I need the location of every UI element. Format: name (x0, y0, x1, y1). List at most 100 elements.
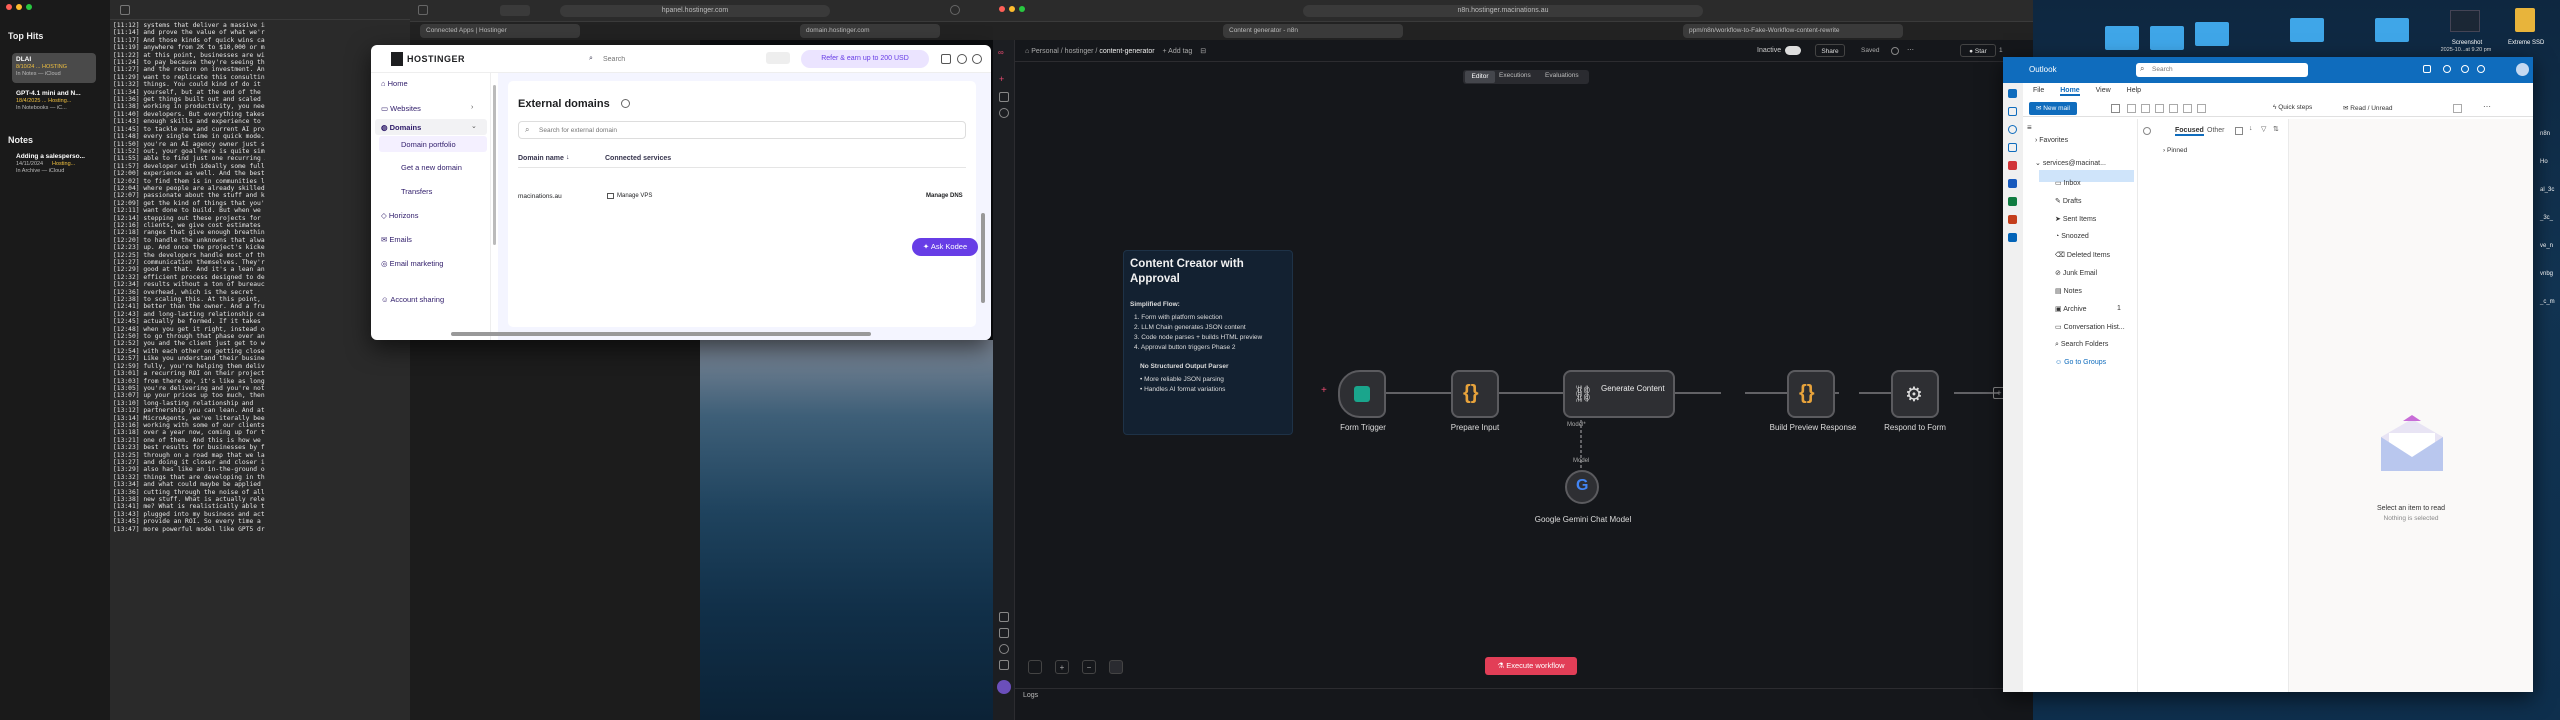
screenshot-thumbnail[interactable] (2450, 10, 2480, 32)
copilot-icon[interactable] (2235, 127, 2243, 135)
reload-icon[interactable] (950, 5, 960, 15)
new-mail-button[interactable]: ✉ New mail (2029, 102, 2077, 115)
megaphone-icon[interactable] (941, 54, 951, 64)
col-domain-name[interactable]: Domain name (518, 155, 564, 162)
forward-icon[interactable] (2197, 104, 2206, 113)
sidebar-item-horizons[interactable]: ◇ Horizons (381, 211, 418, 220)
quick-steps-button[interactable]: ϟ Quick steps (2273, 104, 2312, 111)
mail-icon[interactable] (2008, 89, 2017, 98)
back-icon[interactable] (500, 5, 530, 16)
folder-icon[interactable] (2105, 26, 2139, 50)
folder-deleted[interactable]: ⌫ Deleted Items (2055, 251, 2110, 259)
external-drive-icon[interactable] (2515, 8, 2535, 32)
node-prepare-input[interactable]: {} (1451, 370, 1499, 418)
sort-arrow-icon[interactable]: ↓ (566, 154, 570, 161)
menu-home[interactable]: Home (2060, 87, 2080, 96)
menu-view[interactable]: View (2096, 87, 2111, 94)
folder-notes[interactable]: ▤ Notes (2055, 287, 2082, 295)
domain-row-service[interactable]: Manage VPS (617, 193, 652, 199)
tab-hostinger-apps[interactable]: Connected Apps | Hostinger (420, 24, 580, 38)
people-icon[interactable] (2008, 125, 2017, 134)
zoom-out-icon[interactable]: − (1082, 660, 1096, 674)
move-icon[interactable] (2169, 104, 2178, 113)
hostinger-address-bar[interactable]: hpanel.hostinger.com (560, 5, 830, 17)
zoom-in-icon[interactable]: + (1055, 660, 1069, 674)
info-icon[interactable] (621, 99, 630, 108)
folder-icon[interactable] (2290, 18, 2324, 42)
calendar-icon[interactable] (2008, 107, 2017, 116)
office-icon[interactable] (2008, 161, 2017, 170)
node-form-trigger[interactable] (1338, 370, 1386, 418)
folder-icon[interactable] (2150, 26, 2184, 50)
folder-junk[interactable]: ⊘ Junk Email (2055, 269, 2097, 277)
tidy-up-icon[interactable] (1109, 660, 1123, 674)
delete-icon[interactable] (2111, 104, 2120, 113)
sidebar-item-get-new-domain[interactable]: Get a new domain (401, 163, 462, 172)
sidebar-scrollbar[interactable] (493, 85, 496, 245)
folder-drafts[interactable]: ✎ Drafts (2055, 197, 2081, 205)
onedrive-icon[interactable] (2008, 233, 2017, 242)
account-icon[interactable] (972, 54, 982, 64)
help-icon[interactable] (2477, 65, 2485, 73)
avatar[interactable] (2516, 63, 2529, 76)
todo-icon[interactable] (2008, 143, 2017, 152)
hamburger-icon[interactable]: ≡ (2027, 123, 2032, 132)
grid-icon[interactable] (2453, 104, 2462, 113)
outlook-search-input[interactable] (2150, 64, 2300, 75)
node-build-preview[interactable]: {} (1787, 370, 1835, 418)
sidebar-item-account-sharing[interactable]: ☺ Account sharing (381, 295, 444, 304)
folder-sent[interactable]: ➤ Sent Items (2055, 215, 2096, 223)
sidebar-item-websites[interactable]: ▭ Websites (381, 104, 421, 113)
node-respond-to-form[interactable]: ⚙ (1891, 370, 1939, 418)
favorites-heading[interactable]: › Favorites (2035, 137, 2068, 144)
menu-help[interactable]: Help (2127, 87, 2141, 94)
close-window-icon[interactable] (6, 4, 12, 10)
sidebar-toggle-icon[interactable] (120, 5, 130, 15)
reorder-icon[interactable]: ⇅ (2273, 125, 2279, 133)
manage-dns-link[interactable]: Manage DNS (926, 193, 963, 199)
search-icon[interactable]: ⌕ (589, 55, 593, 63)
sidebar-item-domains[interactable]: ◍ Domains (381, 123, 421, 132)
zoom-window-icon[interactable] (26, 4, 32, 10)
folder-search-folders[interactable]: ⌕ Search Folders (2055, 341, 2108, 349)
node-gemini-chat-model[interactable]: G (1565, 470, 1599, 504)
sidebar-item-domain-portfolio[interactable]: Domain portfolio (401, 140, 456, 149)
teams-icon[interactable] (2423, 65, 2431, 73)
folder-inbox[interactable]: ▭ Inbox (2055, 179, 2081, 187)
select-all-icon[interactable] (2143, 127, 2151, 135)
folder-icon[interactable] (2375, 18, 2409, 42)
folder-icon[interactable] (2195, 22, 2229, 46)
add-trigger-icon[interactable]: + (1321, 385, 1327, 396)
sidebar-item-transfers[interactable]: Transfers (401, 187, 432, 196)
sort-icon[interactable]: ↓ (2249, 125, 2253, 132)
report-icon[interactable] (2141, 104, 2150, 113)
sweep-icon[interactable] (2155, 104, 2164, 113)
more-icon[interactable]: ⋯ (2483, 102, 2491, 111)
fit-view-icon[interactable] (1028, 660, 1042, 674)
archive-icon[interactable] (2127, 104, 2136, 113)
read-unread-button[interactable]: ✉ Read / Unread (2343, 104, 2393, 112)
sidebar-toggle-icon[interactable] (418, 5, 428, 15)
folder-archive[interactable]: ▣ Archive (2055, 305, 2087, 313)
minimize-window-icon[interactable] (16, 4, 22, 10)
top-hit-2-title[interactable]: GPT-4.1 mini and N... (16, 90, 81, 97)
tab-hostinger-domain[interactable]: domain.hostinger.com (800, 24, 940, 38)
pinned-section[interactable]: › Pinned (2163, 147, 2187, 154)
excel-icon[interactable] (2008, 197, 2017, 206)
note-title[interactable]: Adding a salesperso... (16, 153, 85, 160)
domain-search-box[interactable]: ⌕ (518, 121, 966, 139)
folder-snoozed[interactable]: ◔ Snoozed (2055, 233, 2089, 240)
word-icon[interactable] (2008, 179, 2017, 188)
node-generate-content[interactable]: ⛓ Generate Content (1563, 370, 1675, 418)
tab-other[interactable]: Other (2207, 127, 2225, 134)
folder-conversation-history[interactable]: ▭ Conversation Hist... (2055, 323, 2125, 331)
horizontal-scrollbar[interactable] (451, 332, 871, 336)
execute-workflow-button[interactable]: ⚗ Execute workflow (1485, 657, 1577, 675)
filter-icon[interactable]: ▽ (2261, 125, 2266, 133)
sidebar-item-home[interactable]: ⌂ Home (381, 79, 408, 88)
powerpoint-icon[interactable] (2008, 215, 2017, 224)
refer-earn-button[interactable]: Refer & earn up to 200 USD (801, 50, 929, 68)
bell-icon[interactable] (957, 54, 967, 64)
menu-file[interactable]: File (2033, 87, 2044, 94)
sidebar-item-emails[interactable]: ✉ Emails (381, 235, 412, 244)
